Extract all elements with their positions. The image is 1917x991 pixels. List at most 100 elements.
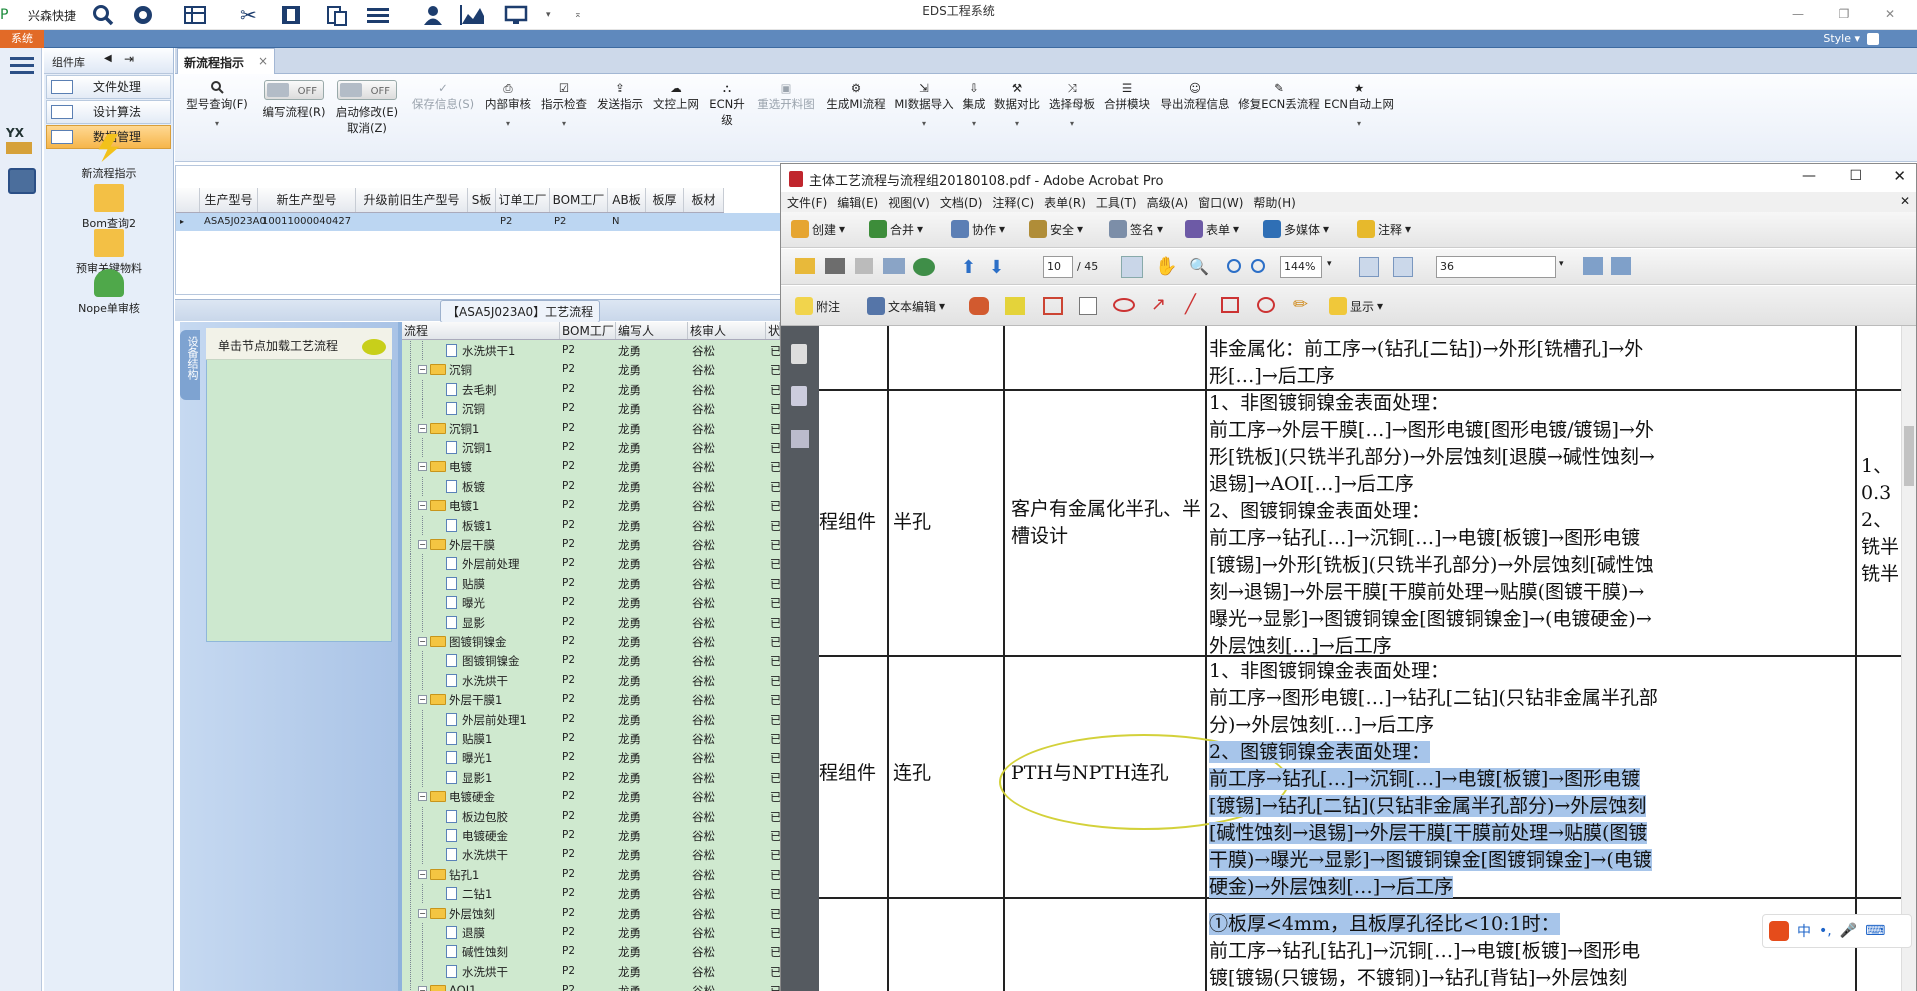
tree-node[interactable]: 水洗烘干1 P2 龙勇 谷松 已: [402, 341, 780, 360]
tree-node[interactable]: 图镀铜镍金 P2 龙勇 谷松 已: [402, 651, 780, 671]
grid-cell[interactable]: [468, 213, 496, 231]
tree-node[interactable]: 水洗烘干 P2 龙勇 谷松 已: [402, 845, 780, 865]
collaborate-button[interactable]: 协作 ▾: [951, 220, 1005, 238]
ecn-auto-online-button[interactable]: ★ ECN自动上网 ▾: [1323, 80, 1395, 132]
column-header[interactable]: BOM工厂: [550, 188, 608, 212]
selected-text[interactable]: 2、图镀铜镍金表面处理： 前工序→钻孔[…]→沉铜[…]→电镀[板镀]→图形电镀[…: [1209, 739, 1652, 901]
page-number-input[interactable]: 10: [1043, 256, 1073, 278]
merge-module-button[interactable]: ☰ 合拼模块: [1101, 80, 1153, 112]
tree-node[interactable]: 显影 P2 龙勇 谷松 已: [402, 612, 780, 632]
sign-button[interactable]: 签名 ▾: [1109, 220, 1163, 238]
zoom-out-icon[interactable]: [1227, 259, 1241, 273]
column-header[interactable]: AB板: [608, 188, 646, 212]
microphone-icon[interactable]: 🎤: [1840, 923, 1857, 939]
tree-node[interactable]: 沉铜1 P2 龙勇 谷松 已: [402, 438, 780, 457]
tree-node[interactable]: − AOI1 P2 龙勇 谷松 已: [402, 981, 780, 991]
tree-node[interactable]: 贴膜 P2 龙勇 谷松 已: [402, 573, 780, 593]
tree-node[interactable]: − 电镀 P2 龙勇 谷松 已: [402, 457, 780, 477]
export-flow-button[interactable]: ☺ 导出流程信息: [1155, 80, 1235, 112]
tree-node[interactable]: − 图镀铜镍金 P2 龙勇 谷松 已: [402, 632, 780, 651]
tree-node[interactable]: 水洗烘干 P2 龙勇 谷松 已: [402, 670, 780, 690]
close-button[interactable]: ✕: [1878, 4, 1902, 24]
find-previous-icon[interactable]: [1583, 257, 1603, 275]
column-header[interactable]: 板材: [684, 188, 724, 212]
comment-button[interactable]: 注释 ▾: [1357, 220, 1411, 238]
menu-file[interactable]: 文件(F): [787, 194, 827, 210]
grid-cell[interactable]: P2: [550, 213, 608, 231]
tree-node[interactable]: − 电镀硬金 P2 龙勇 谷松 已: [402, 787, 780, 807]
zoom-tool-icon[interactable]: 🔍: [1189, 257, 1209, 276]
menu-icon[interactable]: [10, 56, 34, 79]
tree-node[interactable]: 显影1 P2 龙勇 谷松 已: [402, 767, 780, 787]
collapse-icon[interactable]: −: [418, 501, 427, 511]
minimize-button[interactable]: —: [1786, 4, 1810, 24]
model-query-button[interactable]: 型号查询(F) ▾: [181, 80, 253, 132]
column-header[interactable]: BOM工厂: [560, 322, 616, 339]
punctuation-icon[interactable]: •,: [1819, 923, 1832, 939]
find-dropdown-icon[interactable]: ▾: [1559, 259, 1564, 269]
scroll-thumb[interactable]: [1904, 426, 1914, 486]
toggle-switch[interactable]: OFF: [337, 80, 397, 100]
maximize-button[interactable]: ☐: [1849, 168, 1862, 184]
collapse-left-icon[interactable]: ◀: [104, 53, 112, 64]
hand-tool-icon[interactable]: ✋: [1155, 256, 1177, 277]
vertical-tab-structure[interactable]: 设备结构: [180, 330, 200, 400]
tree-node[interactable]: − 沉铜 P2 龙勇 谷松 已: [402, 360, 780, 380]
tool-nope-review[interactable]: Nope单审核: [44, 269, 174, 316]
pin-icon[interactable]: ⇥: [124, 52, 134, 66]
share-icon[interactable]: [913, 258, 935, 276]
cancel-label[interactable]: 取消(Z): [347, 121, 387, 135]
internal-review-button[interactable]: ⎙ 内部审核 ▾: [481, 80, 535, 132]
rectangle-icon[interactable]: [1221, 297, 1239, 313]
table-row[interactable]: ▸ ASA5J023A0 10011000040427 P2 P2 N: [176, 213, 794, 231]
pages-icon[interactable]: [791, 344, 807, 364]
grid-cell[interactable]: 10011000040427: [258, 213, 356, 231]
tree-node[interactable]: 曝光1 P2 龙勇 谷松 已: [402, 748, 780, 768]
save-icon[interactable]: [855, 258, 873, 274]
column-header[interactable]: S板: [468, 188, 496, 212]
column-header[interactable]: 流程: [402, 322, 560, 339]
column-header[interactable]: 编写人: [616, 322, 688, 339]
collapse-icon[interactable]: −: [418, 423, 427, 433]
column-header[interactable]: 核审人: [688, 322, 766, 339]
system-tab[interactable]: 系统: [0, 30, 44, 48]
grid-cell[interactable]: [356, 213, 468, 231]
tool-new-flow[interactable]: 新流程指示: [44, 134, 174, 181]
signatures-icon[interactable]: [791, 430, 809, 448]
send-instruction-button[interactable]: ⇪ 发送指示: [593, 80, 647, 112]
menu-comment[interactable]: 注释(C): [992, 194, 1034, 210]
mi-import-button[interactable]: ⇲ MI数据导入 ▾: [891, 80, 957, 132]
pencil-icon[interactable]: ✏: [1293, 294, 1308, 315]
tab-new-flow[interactable]: 新流程指示 ×: [177, 48, 275, 74]
collapse-icon[interactable]: −: [418, 695, 427, 705]
collapse-icon[interactable]: −: [418, 986, 427, 991]
select-motherboard-button[interactable]: ⤨ 选择母板 ▾: [1045, 80, 1099, 132]
collapse-icon[interactable]: −: [418, 540, 427, 549]
repair-ecn-button[interactable]: ✎ 修复ECN丢流程: [1237, 80, 1321, 112]
sidebar-item-design[interactable]: 设计算法: [46, 100, 171, 124]
tree-node[interactable]: 二钻1 P2 龙勇 谷松 已: [402, 884, 780, 904]
ecn-upgrade-button[interactable]: ⛬ ECN升级: [705, 80, 749, 128]
tree-node[interactable]: 贴膜1 P2 龙勇 谷松 已: [402, 729, 780, 748]
keyboard-icon[interactable]: ⌨: [1865, 923, 1885, 939]
start-modify-toggle[interactable]: OFF 启动修改(E) 取消(Z): [329, 80, 405, 136]
collapse-icon[interactable]: −: [418, 792, 427, 802]
style-selector[interactable]: Style ▾: [1823, 32, 1879, 45]
text-edit-button[interactable]: 文本编辑 ▾: [867, 297, 945, 315]
calculator-module-icon[interactable]: [8, 168, 36, 194]
stamp-icon[interactable]: [969, 297, 989, 315]
tree-node[interactable]: 外层前处理1 P2 龙勇 谷松 已: [402, 709, 780, 729]
find-next-icon[interactable]: [1611, 257, 1631, 275]
show-button[interactable]: 显示 ▾: [1329, 297, 1383, 315]
tree-node[interactable]: 沉铜 P2 龙勇 谷松 已: [402, 399, 780, 419]
input-method-toolbar[interactable]: 中 •, 🎤 ⌨: [1762, 914, 1912, 948]
selected-text[interactable]: ①板厚<4mm，且板厚孔径比<10:1时：: [1209, 911, 1560, 938]
tree-node[interactable]: 去毛刺 P2 龙勇 谷松 已: [402, 379, 780, 399]
create-button[interactable]: 创建 ▾: [791, 220, 845, 238]
column-header[interactable]: 板厚: [646, 188, 684, 212]
tree-node[interactable]: 板边包胶 P2 龙勇 谷松 已: [402, 806, 780, 826]
help-icon[interactable]: [1867, 33, 1879, 45]
print-icon[interactable]: [825, 258, 845, 274]
collapse-icon[interactable]: −: [418, 869, 427, 879]
tree-node[interactable]: − 外层干膜1 P2 龙勇 谷松 已: [402, 690, 780, 710]
